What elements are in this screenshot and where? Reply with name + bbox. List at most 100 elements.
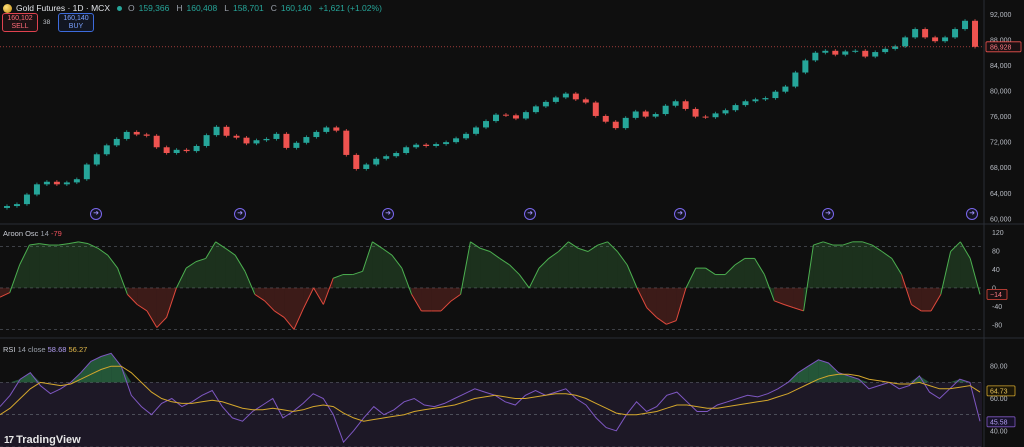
aroon-area-segment [735, 258, 745, 288]
symbol-title[interactable]: Gold Futures · 1D · MCX [16, 3, 110, 13]
jump-arrow-icon[interactable]: ➜ [674, 208, 686, 220]
chart-canvas[interactable]: 60,000 64,000 68,000 72,000 76,000 80,000 84,0… [0, 0, 1024, 447]
rsi-params: 14 close [17, 345, 46, 354]
candle-body [852, 50, 859, 52]
aroon-tick-label: -80 [992, 322, 1002, 329]
candle-body [932, 37, 939, 42]
jump-arrow-icon[interactable]: ➜ [382, 208, 394, 220]
candle-body [343, 130, 350, 155]
high-value: 160,408 [186, 3, 218, 13]
candle-body [682, 101, 689, 109]
aroon-area-segment [254, 287, 265, 301]
aroon-area-segment [196, 258, 206, 288]
aroon-legend[interactable]: Aroon Osc 14 -79 [3, 229, 62, 238]
candle-body [363, 164, 370, 169]
candle-body [902, 37, 909, 47]
aroon-badge-label: −14 [990, 292, 1002, 299]
spread-value: 38 [43, 19, 51, 26]
price-tick-label: 64,000 [990, 191, 1012, 198]
aroon-area-segment [235, 255, 245, 288]
aroon-area-segment [568, 241, 579, 288]
aroon-area-segment [921, 287, 931, 311]
jump-arrow-icon[interactable]: ➜ [524, 208, 536, 220]
candle-body [143, 134, 150, 136]
price-tick-label: 68,000 [990, 165, 1012, 172]
jump-arrow-icon[interactable]: ➜ [90, 208, 102, 220]
rsi-overbought-fill [111, 353, 122, 383]
aroon-area-segment [744, 258, 755, 288]
candle-body [652, 114, 659, 117]
aroon-area-segment [872, 245, 882, 288]
candle-body [832, 50, 839, 55]
candle-body [642, 111, 649, 117]
candle-body [323, 127, 330, 132]
buy-button[interactable]: 160,140 BUY [58, 13, 94, 32]
price-tick-label: 84,000 [990, 63, 1012, 70]
candle-body [952, 29, 959, 38]
candle-body [293, 142, 300, 148]
candle-body [592, 102, 599, 116]
candle-body [273, 133, 280, 139]
aroon-area-segment [58, 243, 69, 288]
candle-body [872, 52, 879, 57]
aroon-area-segment [480, 248, 490, 288]
candle-body [692, 108, 699, 117]
buy-label: BUY [68, 23, 84, 30]
aroon-area-segment [372, 241, 383, 288]
aroon-area-segment [29, 243, 40, 288]
candle-body [123, 131, 130, 139]
candle-body [582, 99, 589, 103]
aroon-area-segment [186, 261, 196, 288]
candle-body [712, 113, 719, 118]
aroon-area-segment [392, 255, 402, 288]
candle-body [43, 181, 50, 185]
candle-body [353, 154, 360, 169]
candle-body [213, 126, 220, 136]
candle-body [13, 204, 20, 207]
aroon-area-segment [156, 287, 167, 328]
candle-body [203, 135, 210, 146]
aroon-tick-label: -40 [992, 304, 1002, 311]
aroon-area-segment [695, 268, 706, 288]
candle-body [3, 206, 10, 208]
buy-price: 160,140 [63, 15, 89, 22]
candle-body [912, 29, 919, 38]
candle-body [283, 133, 290, 148]
aroon-area-segment [147, 287, 157, 328]
aroon-area-segment [891, 258, 902, 288]
aroon-area-segment [39, 243, 49, 288]
candle-body [193, 145, 200, 152]
candle-body [83, 164, 90, 180]
aroon-area-segment [754, 258, 765, 288]
candle-body [732, 105, 739, 111]
aroon-area-segment [274, 287, 285, 318]
jump-arrow-icon[interactable]: ➜ [966, 208, 978, 220]
sell-label: SELL [11, 23, 29, 30]
candle-body [183, 149, 190, 152]
aroon-value: -79 [50, 229, 62, 238]
tradingview-logo-text: TradingView [16, 434, 81, 446]
rsi-badge-label: 45.58 [990, 419, 1008, 426]
aroon-area-segment [362, 241, 373, 288]
candle-body [173, 149, 180, 154]
candle-body [672, 101, 679, 106]
aroon-area-segment [578, 248, 588, 288]
candle-body [502, 114, 509, 116]
sell-button[interactable]: 160,102 SELL [2, 13, 38, 32]
candle-body [622, 117, 629, 129]
rsi-name: RSI [3, 345, 16, 354]
candle-body [562, 93, 569, 98]
aroon-area-segment [499, 258, 510, 288]
aroon-area-segment [431, 287, 441, 311]
jump-arrow-icon[interactable]: ➜ [822, 208, 834, 220]
candle-body [532, 106, 539, 113]
candle-body [413, 144, 420, 148]
rsi-legend[interactable]: RSI 14 close 58.68 56.27 [3, 345, 87, 354]
candle-body [522, 112, 529, 119]
market-open-dot-icon [117, 5, 122, 11]
jump-arrow-icon[interactable]: ➜ [234, 208, 246, 220]
aroon-tick-label: 80 [992, 249, 1000, 256]
candle-body [512, 115, 519, 119]
low-value: 158,701 [232, 3, 264, 13]
tradingview-logo[interactable]: 17 TradingView [4, 434, 81, 446]
